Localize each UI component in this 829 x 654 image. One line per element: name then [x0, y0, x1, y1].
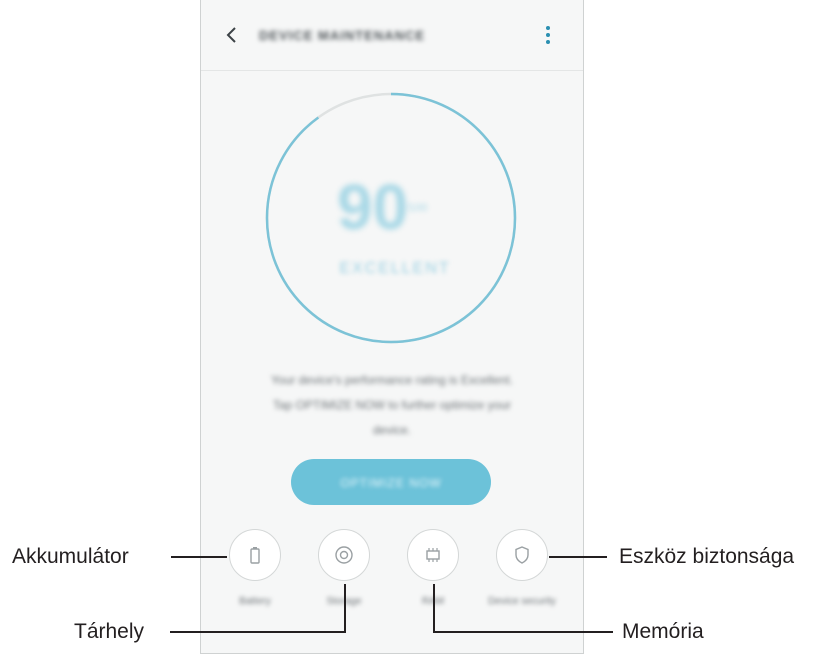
callout-storage: Tárhely: [74, 620, 145, 643]
callout-memory: Memória: [622, 620, 704, 643]
callout-line-storage: [170, 584, 346, 633]
callout-line-memory: [433, 584, 613, 633]
callout-battery: Akkumulátor: [12, 545, 129, 568]
callout-security: Eszköz biztonsága: [619, 545, 795, 568]
